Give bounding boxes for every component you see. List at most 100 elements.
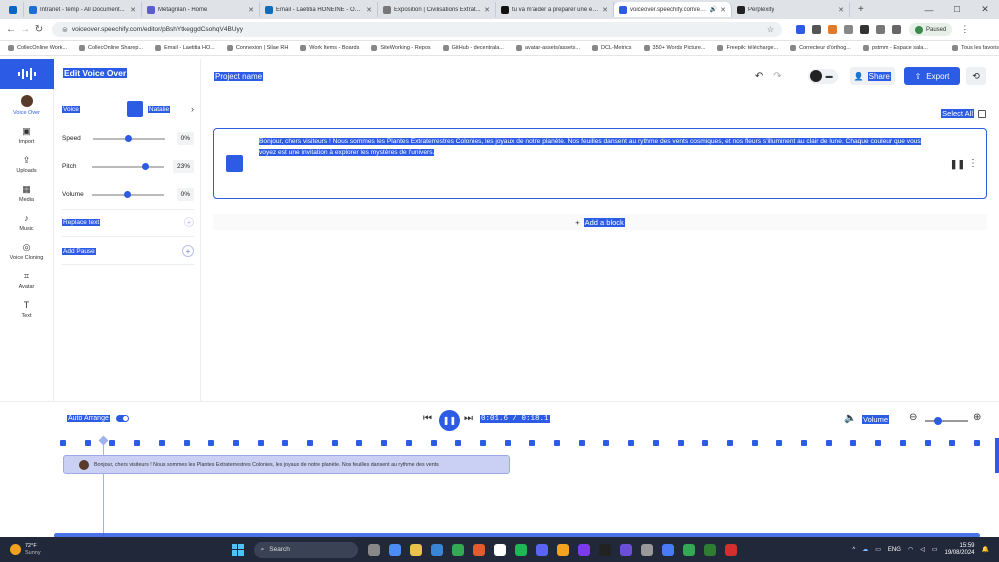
- speed-knob[interactable]: [125, 134, 133, 142]
- taskbar-app-icon[interactable]: [598, 543, 611, 556]
- bookmark-item[interactable]: CollecOnline Work...: [8, 45, 67, 51]
- browser-tab[interactable]: Email - Laetitia HONEINE - Outl... ✕: [260, 2, 378, 17]
- audio-icon[interactable]: 🔊: [710, 6, 717, 13]
- battery-icon[interactable]: ▭: [932, 546, 938, 553]
- zoom-in-icon[interactable]: ⊕: [973, 412, 981, 423]
- bookmark-star-icon[interactable]: ☆: [767, 25, 774, 34]
- playhead[interactable]: [103, 438, 104, 538]
- taskbar-app-icon[interactable]: [556, 543, 569, 556]
- volume-knob[interactable]: [124, 190, 132, 198]
- bookmark-item[interactable]: CollecOnline Sharep...: [79, 45, 143, 51]
- history-button[interactable]: ⟲: [966, 67, 986, 85]
- bookmark-item[interactable]: SiteWorking - Repos: [371, 45, 431, 51]
- block-voice-avatar[interactable]: [226, 155, 243, 172]
- back-icon[interactable]: ←: [4, 24, 18, 35]
- timeline-scroll-handle[interactable]: [995, 438, 999, 473]
- taskbar-app-icon[interactable]: [388, 543, 401, 556]
- taskbar-app-icon[interactable]: [640, 543, 653, 556]
- taskbar-app-icon[interactable]: [535, 543, 548, 556]
- more-options-icon[interactable]: ⋮: [968, 158, 978, 169]
- extension-icon[interactable]: [828, 25, 837, 34]
- timeline-clip[interactable]: Bonjour, chers visiteurs ! Nous sommes l…: [63, 455, 510, 474]
- taskbar-app-icon[interactable]: [577, 543, 590, 556]
- reload-icon[interactable]: ↻: [32, 24, 46, 35]
- add-pause-row[interactable]: Add Pause +: [62, 245, 194, 257]
- pitch-knob[interactable]: [141, 162, 149, 170]
- profile-paused-button[interactable]: Paused: [909, 23, 953, 36]
- rail-item-music[interactable]: ♪ Music: [0, 213, 53, 232]
- taskbar-app-icon[interactable]: [451, 543, 464, 556]
- rail-item-import[interactable]: ▣ Import: [0, 126, 53, 146]
- skip-forward-icon[interactable]: ⏭: [464, 413, 473, 424]
- url-field[interactable]: ⊜ voiceover.speechify.com/editor/pBshYtk…: [52, 22, 782, 37]
- close-tab-icon[interactable]: ✕: [720, 6, 726, 14]
- bookmark-item[interactable]: Tous les favoris: [952, 45, 999, 51]
- add-block-button[interactable]: + Add a block: [213, 214, 987, 230]
- bookmark-item[interactable]: 350+ Words Picture...: [643, 45, 705, 51]
- taskbar-app-icon[interactable]: [724, 543, 737, 556]
- wifi-icon[interactable]: ◠: [908, 546, 913, 553]
- close-tab-icon[interactable]: ✕: [248, 6, 254, 14]
- redo-icon[interactable]: ↷: [773, 71, 781, 82]
- select-all-checkbox[interactable]: [978, 109, 986, 118]
- taskbar-app-icon[interactable]: [661, 543, 674, 556]
- rail-item-media[interactable]: ▦ Media: [0, 184, 53, 204]
- play-pause-button[interactable]: ❚❚: [439, 410, 460, 431]
- onedrive-icon[interactable]: ☁: [862, 546, 868, 553]
- extension-icon[interactable]: [796, 25, 805, 34]
- close-tab-icon[interactable]: ✕: [130, 6, 136, 14]
- bookmark-item[interactable]: Correcteur d'orthog...: [790, 45, 851, 51]
- rail-item-avatar[interactable]: ⌗ Avatar: [0, 271, 53, 291]
- zoom-knob[interactable]: [933, 417, 942, 425]
- speaker-icon[interactable]: ◁: [920, 546, 925, 553]
- close-window-icon[interactable]: ✕: [971, 4, 999, 15]
- taskbar-app-icon[interactable]: [472, 543, 485, 556]
- clock-time[interactable]: 15:59: [960, 543, 975, 550]
- browser-tab[interactable]: voiceover.speechify.com/ec... 🔊 ✕: [614, 2, 732, 17]
- zoom-out-icon[interactable]: ⊖: [909, 412, 917, 423]
- rail-item-voice-cloning[interactable]: ◎ Voice Cloning: [0, 242, 53, 262]
- extensions-puzzle-icon[interactable]: [876, 25, 885, 34]
- browser-tab[interactable]: Metagrilan - Home ✕: [142, 2, 260, 17]
- taskbar-app-icon[interactable]: [619, 543, 632, 556]
- taskbar-app-icon[interactable]: [367, 543, 380, 556]
- rail-item-uploads[interactable]: ⇪ Uploads: [0, 155, 53, 175]
- tray-icon[interactable]: ▭: [875, 546, 881, 553]
- windows-start-icon[interactable]: [231, 543, 244, 556]
- volume-icon[interactable]: 🔈: [844, 413, 856, 424]
- bookmark-item[interactable]: avatar-assets/assets...: [515, 45, 580, 51]
- add-pause-plus-icon[interactable]: +: [182, 245, 194, 257]
- export-button[interactable]: ⇧ Export: [904, 67, 960, 85]
- browser-tab[interactable]: Exposition | Civilisations Extrat... ✕: [378, 2, 496, 17]
- browser-tab[interactable]: Perplexity ✕: [732, 2, 850, 17]
- taskbar-search[interactable]: ⌕ Search: [253, 541, 358, 558]
- browser-menu-icon[interactable]: ⋮: [960, 24, 969, 35]
- speechify-logo[interactable]: [0, 59, 54, 89]
- taskbar-app-icon[interactable]: [493, 543, 506, 556]
- new-tab-icon[interactable]: +: [858, 4, 864, 15]
- forward-icon[interactable]: →: [18, 24, 32, 35]
- weather-widget[interactable]: 72°F Sunny: [10, 543, 41, 557]
- extension-icon[interactable]: [860, 25, 869, 34]
- browser-tab[interactable]: [4, 2, 24, 17]
- skip-back-icon[interactable]: ⏮: [423, 413, 432, 424]
- rail-item-text[interactable]: T Text: [0, 300, 53, 319]
- auto-arrange-toggle[interactable]: [115, 415, 129, 422]
- bookmark-item[interactable]: Email - Laetitia HO...: [155, 45, 215, 51]
- undo-icon[interactable]: ↶: [755, 71, 763, 82]
- bookmark-item[interactable]: Connexion | Silae RH: [226, 45, 288, 51]
- close-tab-icon[interactable]: ✕: [366, 6, 372, 14]
- taskbar-app-icon[interactable]: [703, 543, 716, 556]
- extension-icon[interactable]: [844, 25, 853, 34]
- bookmark-item[interactable]: Work Items - Boards: [300, 45, 359, 51]
- bookmark-item[interactable]: pstmm - Espace sala...: [862, 45, 928, 51]
- close-tab-icon[interactable]: ✕: [484, 6, 490, 14]
- replace-text-row[interactable]: Replace text +: [62, 217, 194, 227]
- tray-chevron-icon[interactable]: ^: [852, 547, 855, 553]
- clock-date[interactable]: 19/08/2024: [944, 550, 974, 557]
- replace-text-plus-icon[interactable]: +: [184, 217, 194, 227]
- block-text[interactable]: Bonjour, chers visiteurs ! Nous sommes l…: [259, 137, 929, 158]
- view-toggle[interactable]: ▬: [807, 68, 838, 84]
- notification-bell-icon[interactable]: 🔔: [982, 546, 989, 553]
- volume-slider[interactable]: [91, 190, 164, 198]
